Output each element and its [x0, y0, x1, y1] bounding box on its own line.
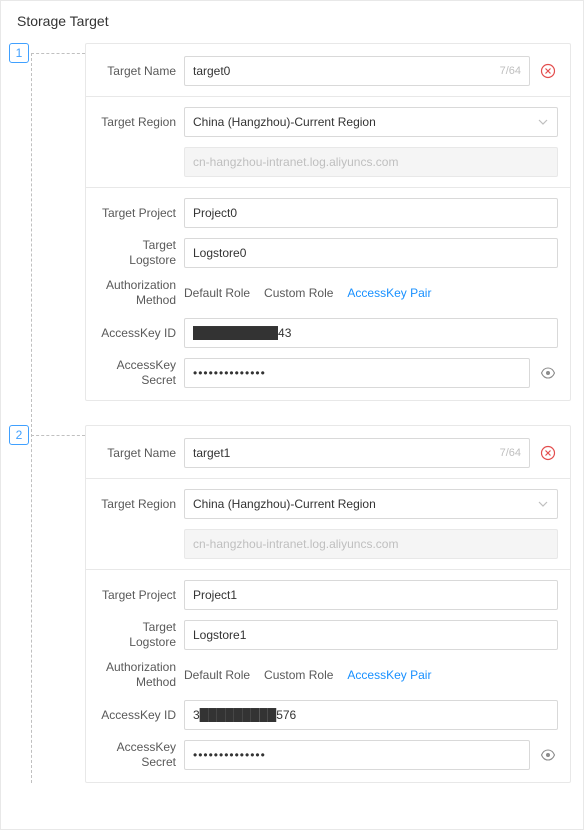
divider	[86, 96, 570, 97]
auth-option-default-role[interactable]: Default Role	[184, 668, 250, 682]
target-logstore-input[interactable]: Logstore0	[184, 238, 558, 268]
delete-target-button[interactable]	[538, 443, 558, 463]
auth-method-label: Authorization Method	[98, 278, 184, 308]
target-logstore-label: Target Logstore	[98, 238, 184, 268]
node-index-badge: 1	[9, 43, 29, 63]
target-region-value: China (Hangzhou)-Current Region	[193, 497, 537, 511]
target-project-label: Target Project	[98, 206, 184, 221]
section-title: Storage Target	[17, 13, 571, 29]
tree-hline	[31, 53, 85, 54]
tree-vline	[31, 53, 32, 783]
endpoint-value: cn-hangzhou-intranet.log.aliyuncs.com	[193, 537, 549, 551]
target-node: 2 Target Name target1 7/64 Target Region…	[85, 425, 571, 783]
auth-option-default-role[interactable]: Default Role	[184, 286, 250, 300]
target-project-input[interactable]: Project0	[184, 198, 558, 228]
target-project-value: Project1	[193, 588, 549, 602]
auth-option-custom-role[interactable]: Custom Role	[264, 668, 333, 682]
target-region-label: Target Region	[98, 115, 184, 130]
chevron-down-icon	[537, 498, 549, 510]
ak-id-label: AccessKey ID	[98, 708, 184, 723]
tree-hline	[31, 435, 85, 436]
delete-icon	[540, 445, 556, 461]
ak-secret-input[interactable]: ••••••••••••••	[184, 358, 530, 388]
target-project-value: Project0	[193, 206, 549, 220]
target-logstore-value: Logstore1	[193, 628, 549, 642]
auth-option-accesskey[interactable]: AccessKey Pair	[347, 668, 431, 682]
ak-id-input[interactable]: ██████████43	[184, 318, 558, 348]
endpoint-display: cn-hangzhou-intranet.log.aliyuncs.com	[184, 529, 558, 559]
ak-id-value: 3█████████576	[193, 708, 549, 722]
target-logstore-label: Target Logstore	[98, 620, 184, 650]
target-name-input[interactable]: target1 7/64	[184, 438, 530, 468]
target-region-label: Target Region	[98, 497, 184, 512]
divider	[86, 569, 570, 570]
auth-option-custom-role[interactable]: Custom Role	[264, 286, 333, 300]
ak-id-value: ██████████43	[193, 326, 549, 340]
target-node: 1 Target Name target0 7/64 Target Region…	[85, 43, 571, 401]
target-name-value: target1	[193, 446, 500, 460]
target-logstore-input[interactable]: Logstore1	[184, 620, 558, 650]
target-project-input[interactable]: Project1	[184, 580, 558, 610]
target-region-select[interactable]: China (Hangzhou)-Current Region	[184, 489, 558, 519]
divider	[86, 187, 570, 188]
target-region-value: China (Hangzhou)-Current Region	[193, 115, 537, 129]
chevron-down-icon	[537, 116, 549, 128]
toggle-secret-visibility-button[interactable]	[538, 363, 558, 383]
target-card: Target Name target0 7/64 Target Region C…	[85, 43, 571, 401]
ak-secret-value: ••••••••••••••	[193, 366, 521, 380]
ak-secret-value: ••••••••••••••	[193, 748, 521, 762]
node-index-badge: 2	[9, 425, 29, 445]
target-name-input[interactable]: target0 7/64	[184, 56, 530, 86]
ak-id-label: AccessKey ID	[98, 326, 184, 341]
endpoint-value: cn-hangzhou-intranet.log.aliyuncs.com	[193, 155, 549, 169]
ak-id-input[interactable]: 3█████████576	[184, 700, 558, 730]
divider	[86, 478, 570, 479]
auth-method-options: Default Role Custom Role AccessKey Pair	[184, 668, 431, 682]
auth-method-options: Default Role Custom Role AccessKey Pair	[184, 286, 431, 300]
auth-option-accesskey[interactable]: AccessKey Pair	[347, 286, 431, 300]
target-name-label: Target Name	[98, 446, 184, 461]
eye-icon	[540, 747, 556, 763]
auth-method-label: Authorization Method	[98, 660, 184, 690]
target-project-label: Target Project	[98, 588, 184, 603]
ak-secret-label: AccessKey Secret	[98, 358, 184, 388]
toggle-secret-visibility-button[interactable]	[538, 745, 558, 765]
ak-secret-input[interactable]: ••••••••••••••	[184, 740, 530, 770]
target-name-label: Target Name	[98, 64, 184, 79]
target-name-value: target0	[193, 64, 500, 78]
target-logstore-value: Logstore0	[193, 246, 549, 260]
target-region-select[interactable]: China (Hangzhou)-Current Region	[184, 107, 558, 137]
delete-icon	[540, 63, 556, 79]
char-counter: 7/64	[500, 65, 521, 77]
endpoint-display: cn-hangzhou-intranet.log.aliyuncs.com	[184, 147, 558, 177]
char-counter: 7/64	[500, 447, 521, 459]
target-card: Target Name target1 7/64 Target Region C…	[85, 425, 571, 783]
ak-secret-label: AccessKey Secret	[98, 740, 184, 770]
eye-icon	[540, 365, 556, 381]
delete-target-button[interactable]	[538, 61, 558, 81]
